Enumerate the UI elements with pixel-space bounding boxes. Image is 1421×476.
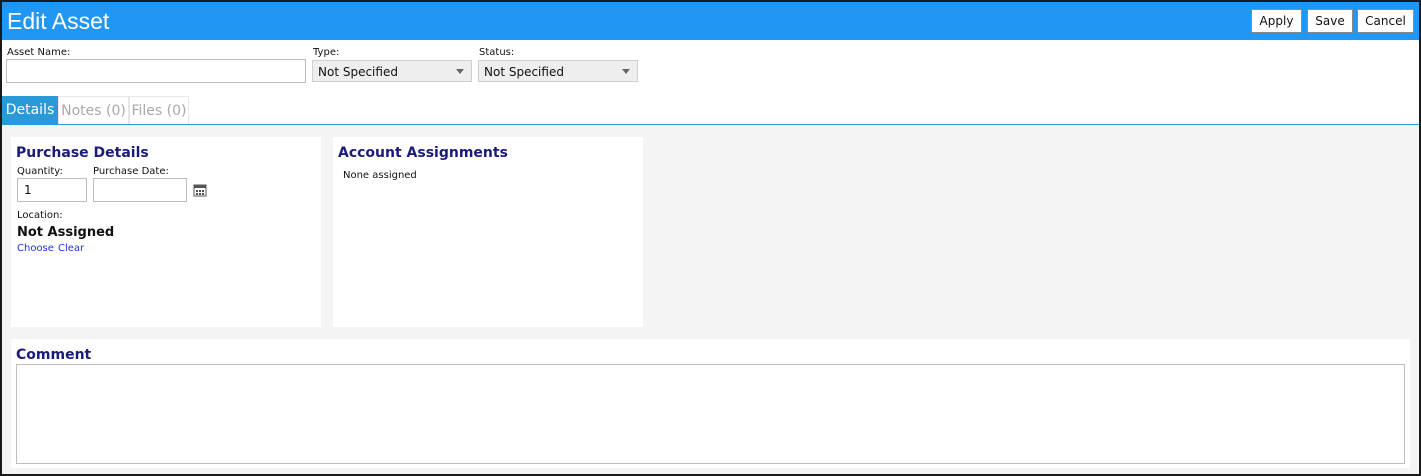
status-label: Status:: [479, 47, 515, 58]
save-button[interactable]: Save: [1307, 9, 1353, 33]
tab-notes[interactable]: Notes (0): [58, 96, 129, 124]
choose-location-link[interactable]: Choose: [17, 243, 54, 254]
chevron-down-icon: [456, 69, 464, 74]
cancel-button[interactable]: Cancel: [1357, 9, 1414, 33]
asset-name-label: Asset Name:: [7, 47, 71, 58]
accounts-empty-text: None assigned: [343, 170, 417, 181]
comment-title: Comment: [16, 347, 92, 363]
type-label: Type:: [313, 47, 340, 58]
comment-textarea[interactable]: [16, 364, 1405, 464]
quantity-label: Quantity:: [17, 166, 63, 177]
clear-location-link[interactable]: Clear: [58, 243, 84, 254]
tab-details[interactable]: Details: [2, 96, 58, 124]
account-assignments-panel: Account Assignments None assigned: [333, 137, 643, 327]
edit-asset-window: Edit Asset Apply Save Cancel Asset Name:…: [0, 0, 1421, 476]
type-selected-value: Not Specified: [318, 65, 398, 79]
apply-button[interactable]: Apply: [1251, 9, 1302, 33]
status-select[interactable]: Not Specified: [478, 60, 638, 82]
title-bar: Edit Asset Apply Save Cancel: [2, 2, 1419, 40]
location-value: Not Assigned: [17, 225, 115, 240]
purchase-details-panel: Purchase Details Quantity: Purchase Date…: [11, 137, 321, 327]
status-selected-value: Not Specified: [484, 65, 564, 79]
quantity-input[interactable]: [17, 178, 87, 202]
tab-divider: [2, 124, 1419, 125]
account-assignments-title: Account Assignments: [338, 145, 508, 161]
tab-files[interactable]: Files (0): [129, 96, 189, 124]
purchase-date-label: Purchase Date:: [93, 166, 169, 177]
type-select[interactable]: Not Specified: [312, 60, 472, 82]
location-label: Location:: [17, 210, 63, 221]
comment-panel: Comment: [11, 339, 1410, 468]
purchase-date-input[interactable]: [93, 178, 187, 202]
window-title: Edit Asset: [7, 8, 110, 34]
purchase-details-title: Purchase Details: [16, 145, 149, 161]
asset-name-input[interactable]: [6, 59, 306, 83]
calendar-icon[interactable]: [193, 183, 207, 197]
chevron-down-icon: [622, 69, 630, 74]
